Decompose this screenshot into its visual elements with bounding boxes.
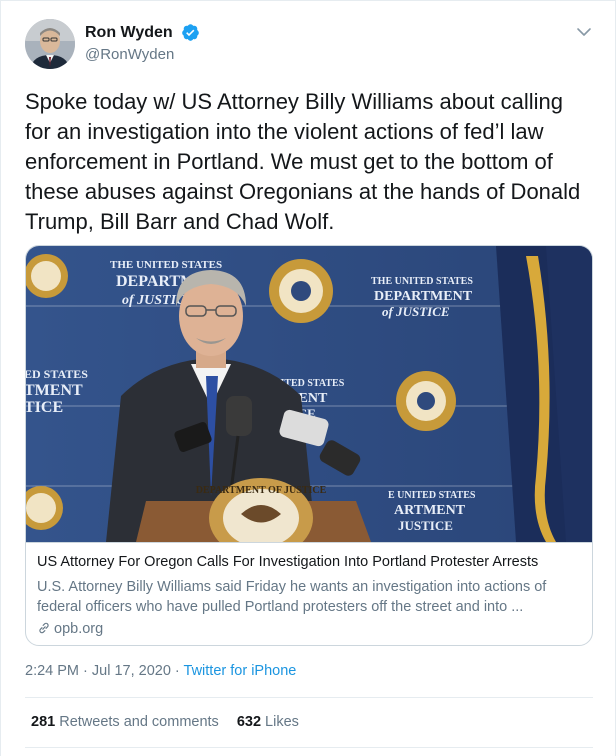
verified-badge-icon (182, 24, 199, 41)
retweets-count: 281 (31, 714, 56, 730)
user-names: Ron Wyden @RonWyden (85, 23, 200, 63)
tweet-time[interactable]: 2:24 PM (25, 663, 79, 679)
tweet-header: Ron Wyden @RonWyden (25, 17, 595, 73)
link-card[interactable]: THE UNITED STATES DEPARTMENT of JUSTICE … (25, 245, 593, 646)
backdrop-text-line: TMENT (26, 382, 83, 399)
retweets-label: Retweets and comments (55, 714, 219, 730)
likes-stat[interactable]: 632 Likes (237, 714, 299, 730)
tweet-stats: 281 Retweets and comments 632 Likes (31, 714, 299, 730)
likes-count: 632 (236, 714, 262, 730)
backdrop-text-line: ARTMENT (394, 503, 466, 518)
user-handle[interactable]: @RonWyden (85, 46, 200, 63)
backdrop-text-line: THE UNITED STATES (371, 276, 473, 287)
backdrop-text-line: JUSTICE (398, 518, 453, 533)
meta-separator: · (170, 663, 184, 679)
tweet-meta: 2:24 PM · Jul 17, 2020 · Twitter for iPh… (25, 663, 296, 679)
backdrop-text-line: of JUSTICE (382, 304, 450, 319)
backdrop-text-line: TICE (26, 399, 63, 416)
backdrop-text-line: ED STATES (26, 367, 88, 381)
card-domain[interactable]: opb.org (37, 621, 103, 637)
card-image[interactable]: THE UNITED STATES DEPARTMENT of JUSTICE … (26, 246, 592, 542)
tweet-date[interactable]: Jul 17, 2020 (92, 663, 171, 679)
likes-label: Likes (261, 714, 299, 730)
backdrop-text-line: DEPARTMENT (374, 289, 473, 304)
divider (25, 697, 593, 698)
divider (25, 747, 593, 748)
card-domain-text: opb.org (54, 621, 104, 637)
tweet-container: Ron Wyden @RonWyden Spoke today w/ US At… (0, 0, 616, 756)
avatar-photo (25, 19, 75, 69)
meta-separator: · (79, 663, 92, 679)
podium-seal-text: DEPARTMENT OF JUSTICE (196, 485, 327, 496)
card-description: U.S. Attorney Billy Williams said Friday… (37, 579, 547, 615)
avatar[interactable] (25, 19, 75, 69)
backdrop-text-line: THE UNITED STATES (110, 259, 222, 271)
tweet-text: Spoke today w/ US Attorney Billy William… (25, 89, 581, 234)
card-body[interactable]: US Attorney For Oregon Calls For Investi… (26, 542, 592, 645)
display-name[interactable]: Ron Wyden (85, 24, 173, 42)
retweets-stat[interactable]: 281 Retweets and comments (31, 714, 219, 730)
tweet-source-link[interactable]: Twitter for iPhone (184, 663, 297, 679)
card-title[interactable]: US Attorney For Oregon Calls For Investi… (37, 554, 538, 570)
chevron-down-icon[interactable] (575, 23, 593, 41)
backdrop-text-line: E UNITED STATES (388, 490, 476, 501)
link-icon (39, 622, 49, 634)
